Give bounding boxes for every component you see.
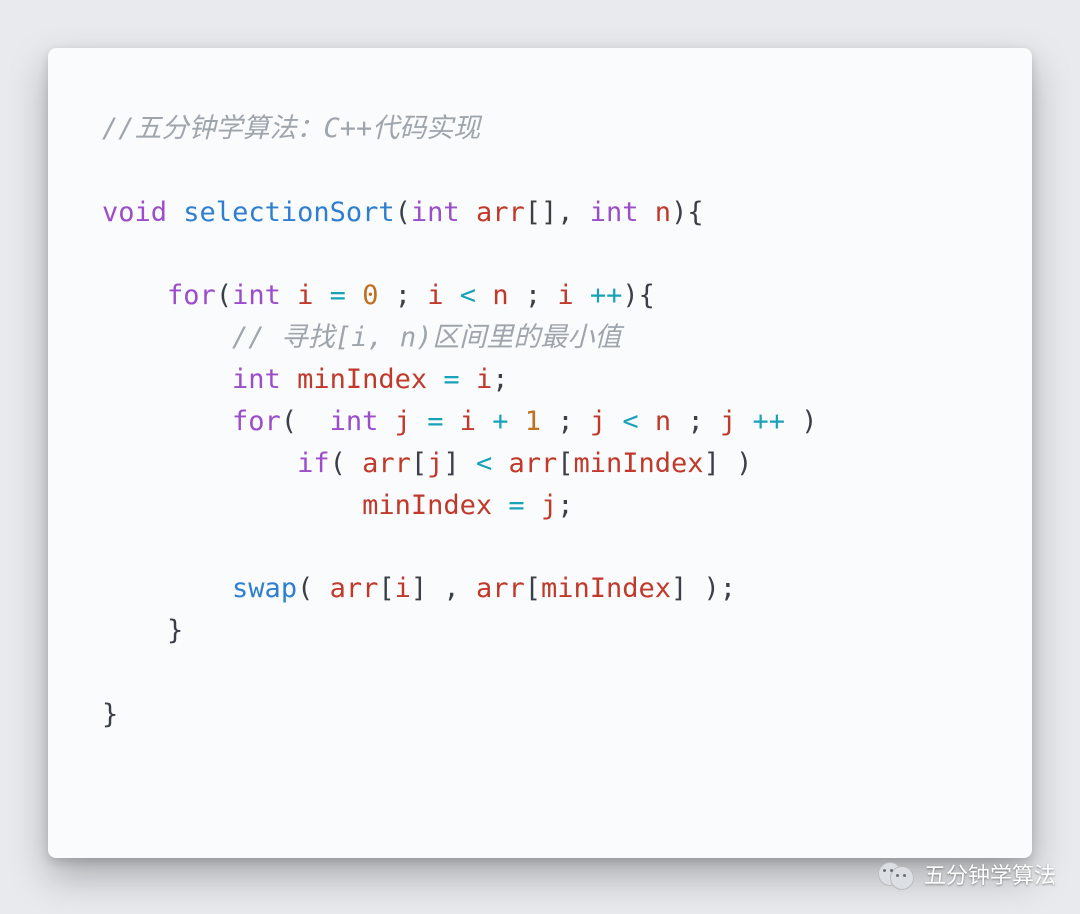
kw-int: int: [590, 197, 639, 228]
num-one: 1: [525, 406, 541, 437]
kw-int: int: [232, 364, 281, 395]
id-arr: arr: [476, 197, 525, 228]
kw-void: void: [102, 197, 167, 228]
kw-for: for: [167, 280, 216, 311]
kw-if: if: [297, 448, 330, 479]
comment-inner: // 寻找[i, n)区间里的最小值: [232, 322, 621, 353]
watermark: 五分钟学算法: [878, 856, 1056, 892]
fn-selectionSort: selectionSort: [183, 197, 394, 228]
id-j: j: [395, 406, 411, 437]
id-i: i: [297, 280, 313, 311]
id-n: n: [655, 197, 671, 228]
watermark-text: 五分钟学算法: [924, 858, 1056, 890]
fn-swap: swap: [232, 573, 297, 604]
kw-int: int: [411, 197, 460, 228]
wechat-icon: [878, 856, 914, 892]
comment-top: //五分钟学算法：C++代码实现: [102, 113, 480, 144]
code-card: //五分钟学算法：C++代码实现 void selectionSort(int …: [48, 48, 1032, 858]
num-zero: 0: [362, 280, 378, 311]
kw-int: int: [232, 280, 281, 311]
kw-for: for: [232, 406, 281, 437]
kw-int: int: [330, 406, 379, 437]
id-minIndex: minIndex: [297, 364, 427, 395]
code-block: //五分钟学算法：C++代码实现 void selectionSort(int …: [48, 48, 1032, 736]
